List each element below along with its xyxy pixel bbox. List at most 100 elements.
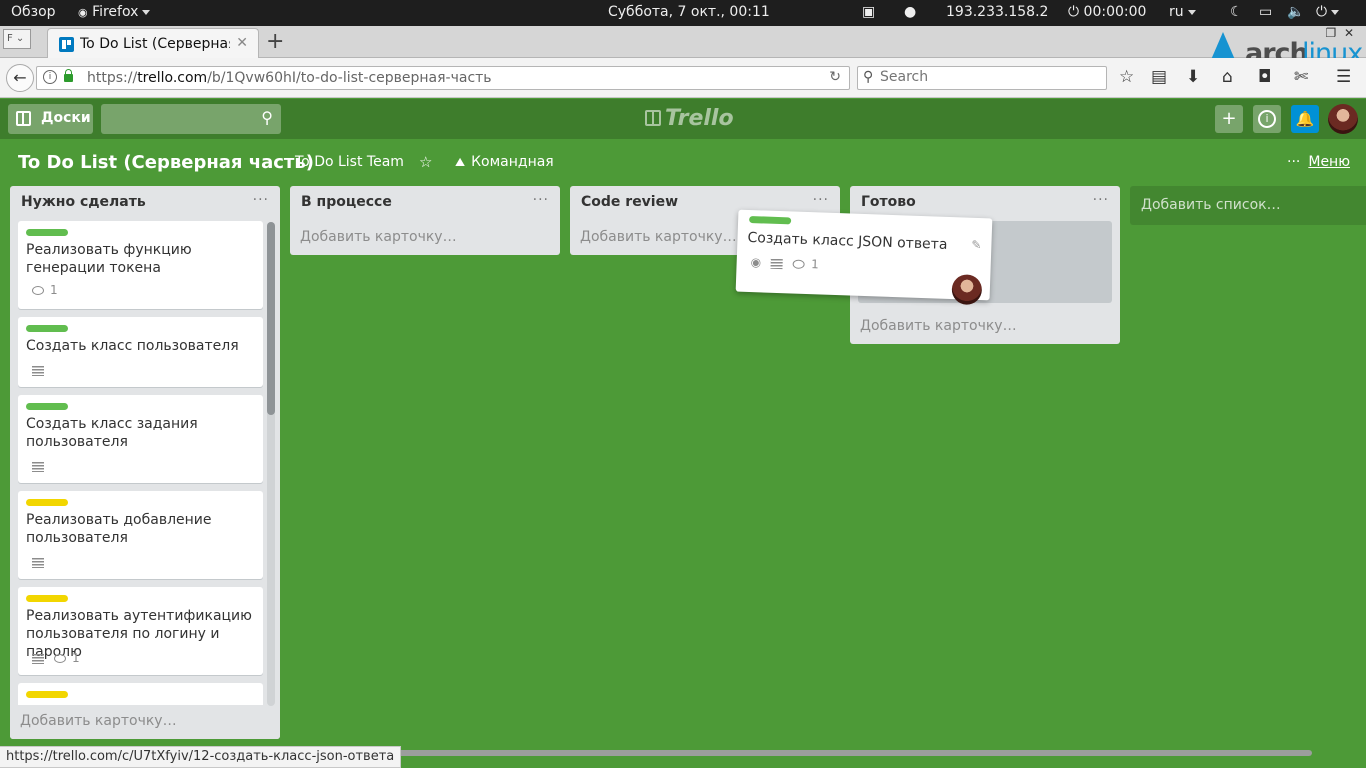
card[interactable]: Реализовать аутентификацию пользователя …: [18, 587, 263, 675]
list-title[interactable]: Нужно сделать: [21, 194, 146, 210]
add-button[interactable]: +: [1215, 105, 1243, 133]
home-icon[interactable]: ⌂: [1222, 67, 1233, 87]
label-yellow: [26, 595, 68, 602]
label-green: [26, 325, 68, 332]
power-menu-icon[interactable]: ⏻: [1316, 4, 1340, 20]
board-menu-button[interactable]: ··· Меню: [1287, 154, 1350, 170]
card[interactable]: [18, 683, 263, 705]
dragged-card[interactable]: Создать класс JSON ответа ✎ ◉ 1: [735, 209, 993, 306]
add-card-link[interactable]: Добавить карточку…: [580, 229, 737, 245]
add-card-link[interactable]: Добавить карточку…: [300, 229, 457, 245]
navigation-bar: ← i https://trello.com/b/1Qvw60hI/to-do-…: [0, 58, 1366, 98]
card-badges: [32, 459, 54, 473]
video-icon[interactable]: ●: [904, 4, 916, 20]
card[interactable]: Создать класс пользователя: [18, 317, 263, 387]
scrollbar-thumb[interactable]: [267, 222, 275, 415]
add-card-link[interactable]: Добавить карточку…: [20, 713, 177, 729]
clock[interactable]: Суббота, 7 окт., 00:11: [608, 4, 770, 20]
boards-button[interactable]: Доски: [8, 104, 93, 134]
list-footer: Добавить карточку…: [10, 705, 280, 739]
night-mode-icon[interactable]: ☾: [1230, 4, 1243, 20]
back-button[interactable]: ←: [6, 64, 34, 92]
board-header: To Do List (Серверная часть) To Do List …: [0, 139, 1366, 185]
display-icon[interactable]: ▭: [1259, 4, 1272, 20]
app-menu-label: Firefox: [92, 4, 139, 20]
keyboard-layout[interactable]: ru: [1169, 4, 1196, 20]
info-button[interactable]: i: [1253, 105, 1281, 133]
list-menu-icon[interactable]: ···: [533, 192, 549, 208]
search-input[interactable]: [880, 69, 1100, 85]
label-green: [26, 229, 68, 236]
hamburger-menu-icon[interactable]: ☰: [1336, 67, 1351, 87]
board-title[interactable]: To Do List (Серверная часть): [18, 152, 314, 173]
list-menu-icon[interactable]: ···: [813, 192, 829, 208]
tab-trello[interactable]: To Do List (Серверная часть) ✕: [47, 28, 259, 58]
edit-pencil-icon[interactable]: ✎: [971, 238, 982, 252]
description-icon: [32, 461, 44, 472]
lock-icon[interactable]: [64, 69, 73, 82]
new-tab-icon[interactable]: +: [266, 29, 284, 54]
screenshot-tool-icon[interactable]: ✄: [1294, 67, 1308, 87]
timer-indicator[interactable]: ⏻ 00:00:00: [1068, 4, 1146, 20]
list-menu-icon[interactable]: ···: [253, 192, 269, 208]
list-title[interactable]: Code review: [581, 194, 678, 210]
timer-value: 00:00:00: [1083, 4, 1147, 20]
add-list-label: Добавить список…: [1141, 197, 1281, 213]
team-name[interactable]: To Do List Team: [295, 154, 404, 170]
watch-icon: ◉: [750, 255, 762, 270]
reader-list-icon[interactable]: ▤: [1151, 67, 1167, 87]
menu-label: Меню: [1308, 154, 1350, 170]
trello-logo[interactable]: Trello: [645, 106, 734, 131]
bookmark-star-icon[interactable]: ☆: [1119, 67, 1134, 87]
user-avatar[interactable]: [1328, 104, 1358, 134]
comment-count: 1: [72, 651, 80, 665]
app-menu[interactable]: ◉ Firefox: [78, 4, 151, 20]
search-box[interactable]: ⚲: [857, 66, 1107, 90]
tab-list-button[interactable]: F ⌄: [3, 29, 31, 49]
card-title: Создать класс JSON ответа: [747, 229, 948, 253]
star-icon[interactable]: ☆: [419, 153, 432, 171]
info-icon: i: [1258, 110, 1276, 128]
notifications-button[interactable]: 🔔: [1291, 105, 1319, 133]
comment-icon: [54, 654, 66, 663]
comment-icon: [32, 286, 44, 295]
list-title[interactable]: Готово: [861, 194, 916, 210]
visibility-button[interactable]: ⛰ Командная: [455, 154, 554, 170]
screenshot-icon[interactable]: ▣: [862, 4, 875, 20]
close-tab-icon[interactable]: ✕: [236, 35, 248, 51]
url-bar[interactable]: i https://trello.com/b/1Qvw60hI/to-do-li…: [36, 66, 850, 90]
trello-favicon-icon: [59, 37, 74, 52]
info-icon[interactable]: i: [43, 70, 57, 84]
add-list-button[interactable]: Добавить список…: [1130, 186, 1366, 225]
reload-icon[interactable]: ↻: [829, 69, 841, 85]
trello-search-input[interactable]: ⚲: [101, 104, 281, 134]
board-horizontal-scrollbar[interactable]: [396, 750, 1312, 756]
volume-icon[interactable]: 🔈: [1287, 4, 1304, 20]
visibility-label: Командная: [471, 154, 554, 170]
card-badges: 1: [32, 651, 80, 665]
boards-label: Доски: [41, 110, 91, 126]
label-green: [26, 403, 68, 410]
activities-button[interactable]: Обзор: [11, 4, 56, 20]
ip-indicator[interactable]: 193.233.158.2: [946, 4, 1048, 20]
list-in-progress: В процессе ··· Добавить карточку…: [290, 186, 560, 255]
card-badges: [32, 363, 54, 377]
list-menu-icon[interactable]: ···: [1093, 192, 1109, 208]
system-top-bar: Обзор ◉ Firefox Суббота, 7 окт., 00:11 ▣…: [0, 0, 1366, 26]
team-icon: ⛰: [455, 155, 466, 169]
add-card-link[interactable]: Добавить карточку…: [860, 318, 1017, 334]
description-icon: [32, 557, 44, 568]
description-icon: [770, 258, 784, 269]
search-icon: ⚲: [863, 69, 874, 85]
pocket-icon[interactable]: ◘: [1258, 67, 1271, 87]
list-title[interactable]: В процессе: [301, 194, 392, 210]
card-badges: ◉ 1: [750, 255, 819, 271]
download-icon[interactable]: ⬇: [1186, 67, 1200, 87]
tab-bar: F ⌄ To Do List (Серверная часть) ✕ + ❐ ✕: [0, 26, 1366, 58]
list-todo: Нужно сделать ··· Реализовать функцию ге…: [10, 186, 280, 739]
card[interactable]: Реализовать добавление пользователя: [18, 491, 263, 579]
tab-title: To Do List (Серверная часть): [80, 36, 230, 52]
card[interactable]: Реализовать функцию генерации токена 1: [18, 221, 263, 309]
list-scrollbar[interactable]: [267, 222, 275, 706]
card[interactable]: Создать класс задания пользователя: [18, 395, 263, 483]
